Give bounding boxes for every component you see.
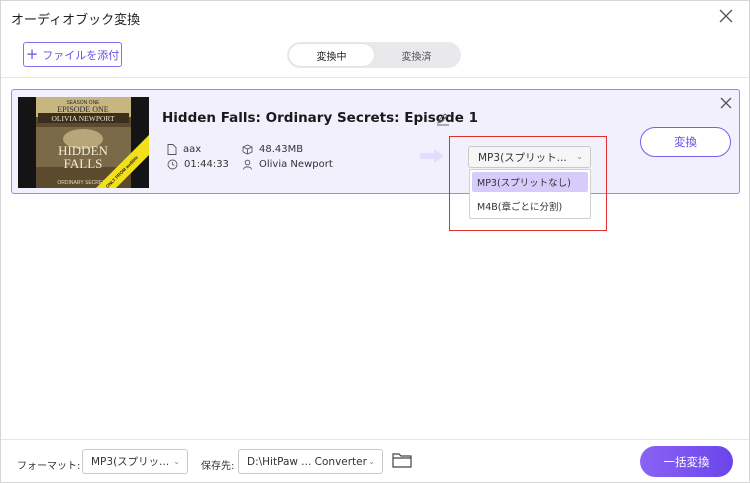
save-label: 保存先: [201, 461, 235, 472]
box-icon [242, 144, 253, 155]
file-size: 48.43MB [242, 144, 303, 155]
window-title: オーディオブック変換 [11, 13, 141, 28]
plus-icon: + [25, 45, 39, 63]
footer-format-select[interactable]: MP3(スプリッ... ⌄ [82, 449, 188, 474]
audiobook-item: SEASON ONE EPISODE ONE OLIVIA NEWPORT HI… [11, 89, 740, 219]
format-option-mp3[interactable]: MP3(スプリットなし) [472, 172, 588, 192]
convert-button[interactable]: 変換 [640, 127, 731, 157]
duration: 01:44:33 [167, 159, 229, 170]
output-format-select[interactable]: MP3(スプリット... ⌄ [468, 146, 591, 168]
file-format: aax [167, 144, 201, 155]
arrow-right-icon [420, 149, 444, 163]
status-tabs: 変換中 変換済 [287, 42, 461, 68]
person-icon [243, 159, 252, 170]
format-label: フォーマット: [17, 461, 81, 472]
save-path-select[interactable]: D:\HitPaw ... Converter ⌄ [238, 449, 383, 474]
format-dropdown: MP3(スプリットなし) M4B(章ごとに分割) [469, 169, 591, 219]
folder-icon[interactable] [392, 452, 412, 468]
tab-converted[interactable]: 変換済 [374, 44, 459, 66]
author-value: Olivia Newport [259, 159, 333, 170]
file-size-value: 48.43MB [259, 144, 304, 155]
cover-episode: EPISODE ONE [57, 105, 108, 114]
close-icon[interactable] [717, 7, 735, 25]
output-format-value: MP3(スプリット... [478, 151, 567, 164]
add-file-label: ファイルを添付 [42, 48, 120, 62]
footer-divider [1, 439, 749, 440]
chevron-down-icon: ⌄ [368, 457, 375, 466]
chevron-down-icon: ⌄ [576, 152, 583, 161]
title-bar: オーディオブック変換 [1, 1, 749, 35]
save-path-value: D:\HitPaw ... Converter [247, 455, 367, 468]
book-title: Hidden Falls: Ordinary Secrets: Episode … [162, 110, 478, 126]
file-icon [167, 144, 177, 155]
edit-icon[interactable] [436, 112, 450, 126]
format-option-m4b[interactable]: M4B(章ごとに分割) [472, 196, 588, 216]
divider [1, 77, 749, 78]
add-file-button[interactable]: + ファイルを添付 [23, 42, 122, 67]
book-cover: SEASON ONE EPISODE ONE OLIVIA NEWPORT HI… [18, 97, 149, 188]
duration-value: 01:44:33 [184, 159, 229, 170]
app-window: オーディオブック変換 + ファイルを添付 変換中 変換済 SEASON ONE … [0, 0, 750, 483]
author: Olivia Newport [242, 159, 333, 170]
clock-icon [167, 159, 178, 170]
cover-author: OLIVIA NEWPORT [51, 114, 115, 123]
cover-title-2: FALLS [64, 156, 103, 171]
chevron-down-icon: ⌄ [173, 457, 180, 466]
file-format-value: aax [183, 144, 202, 155]
footer-format-value: MP3(スプリッ... [91, 456, 170, 468]
bulk-convert-button[interactable]: 一括変換 [640, 446, 733, 477]
remove-item-icon[interactable] [719, 96, 733, 110]
tab-converting[interactable]: 変換中 [289, 44, 374, 66]
